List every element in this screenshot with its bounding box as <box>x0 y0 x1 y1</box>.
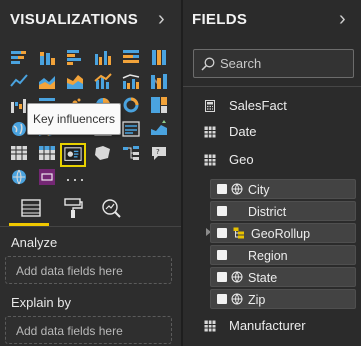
analyze-drop-well[interactable]: Add data fields here <box>5 256 172 284</box>
field-row-georollup[interactable]: GeoRollup <box>210 223 356 243</box>
format-paint-roller-icon[interactable] <box>62 197 84 219</box>
donut-icon[interactable] <box>122 96 140 114</box>
search-input[interactable] <box>220 54 350 73</box>
field-name: Zip <box>248 293 266 307</box>
search-box[interactable] <box>193 49 354 78</box>
field-name: District <box>248 205 287 219</box>
field-row-region[interactable]: Region <box>210 245 356 265</box>
table-icon <box>204 320 216 332</box>
table-name: Manufacturer <box>229 318 306 333</box>
clustered-column-icon[interactable] <box>94 48 112 66</box>
visualizations-title: VISUALIZATIONS <box>10 11 139 28</box>
shape-map-icon[interactable] <box>94 144 112 162</box>
ribbon-chart-icon[interactable] <box>150 72 168 90</box>
globe-icon <box>231 271 243 283</box>
multirow-card-icon[interactable] <box>122 120 140 138</box>
field-name: GeoRollup <box>251 227 311 241</box>
field-name: City <box>248 183 270 197</box>
field-name: State <box>248 271 278 285</box>
fields-title: FIELDS <box>192 11 248 28</box>
field-row-zip[interactable]: Zip <box>210 289 356 309</box>
stacked-area-icon[interactable] <box>66 72 84 90</box>
divider <box>183 86 361 87</box>
decomposition-icon[interactable] <box>122 144 140 162</box>
clustered-bar-icon[interactable] <box>66 48 84 66</box>
explain-by-label: Explain by <box>11 295 71 310</box>
field-row-city[interactable]: City <box>210 179 356 199</box>
analyze-label: Analyze <box>11 235 58 250</box>
field-checkbox[interactable] <box>217 184 227 194</box>
visualizations-header: VISUALIZATIONS › <box>0 0 181 40</box>
tooltip: Key influencers <box>27 103 121 135</box>
field-checkbox[interactable] <box>217 294 227 304</box>
table-icon[interactable] <box>10 144 28 162</box>
field-checkbox[interactable] <box>217 250 227 260</box>
qa-icon[interactable]: ? <box>150 144 168 162</box>
map-icon[interactable] <box>10 120 28 138</box>
stacked-column-icon[interactable] <box>38 48 56 66</box>
field-checkbox[interactable] <box>217 206 227 216</box>
table-row-geo[interactable]: Geo <box>204 152 354 170</box>
collapse-visualizations-chevron-icon[interactable]: › <box>158 9 165 29</box>
more-visuals-ellipsis-icon[interactable]: ··· <box>65 169 86 190</box>
table-row-salesfact[interactable]: SalesFact <box>204 98 354 116</box>
field-row-state[interactable]: State <box>210 267 356 287</box>
100-column-icon[interactable] <box>150 48 168 66</box>
100-bar-icon[interactable] <box>122 48 140 66</box>
powerapps-icon[interactable] <box>38 168 56 186</box>
fields-tab-icon[interactable] <box>20 197 42 219</box>
area-chart-icon[interactable] <box>38 72 56 90</box>
collapse-fields-chevron-icon[interactable]: › <box>339 9 346 29</box>
globe-icon <box>231 183 243 195</box>
table-row-date[interactable]: Date <box>204 124 354 142</box>
visualization-tabs <box>0 193 181 225</box>
table-name: Geo <box>229 152 254 167</box>
field-checkbox[interactable] <box>217 228 227 238</box>
globe-icon <box>231 293 243 305</box>
kpi-icon[interactable] <box>150 120 168 138</box>
key-influencers-icon[interactable] <box>60 143 86 167</box>
arcgis-map-icon[interactable] <box>10 168 28 186</box>
treemap-icon[interactable] <box>150 96 168 114</box>
stacked-bar-icon[interactable] <box>10 48 28 66</box>
hierarchy-icon <box>233 227 244 239</box>
calculator-icon <box>205 100 215 112</box>
table-name: Date <box>229 124 257 139</box>
table-name: SalesFact <box>229 98 287 113</box>
field-row-district[interactable]: District <box>210 201 356 221</box>
table-icon <box>204 126 216 138</box>
field-name: Region <box>248 249 288 263</box>
line-chart-icon[interactable] <box>10 72 28 90</box>
svg-text:?: ? <box>156 148 160 156</box>
matrix-icon[interactable] <box>38 144 56 162</box>
field-checkbox[interactable] <box>217 272 227 282</box>
waterfall-icon[interactable] <box>10 96 28 114</box>
table-row-manufacturer[interactable]: Manufacturer <box>204 318 354 336</box>
divider <box>0 226 181 227</box>
analytics-magnifier-icon[interactable] <box>100 197 122 219</box>
search-icon <box>201 57 215 71</box>
table-icon <box>204 154 216 166</box>
explain-by-drop-well[interactable]: Add data fields here <box>5 316 172 344</box>
line-clustered-column-icon[interactable] <box>122 72 140 90</box>
line-column-icon[interactable] <box>94 72 112 90</box>
